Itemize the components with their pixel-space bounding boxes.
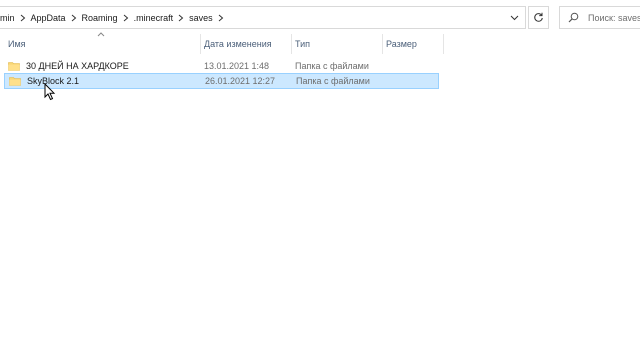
- mouse-cursor-icon: [44, 83, 56, 101]
- column-header-type[interactable]: Тип: [291, 34, 382, 54]
- breadcrumb-label: min: [0, 12, 15, 23]
- breadcrumb-minecraft[interactable]: .minecraft: [134, 7, 174, 28]
- chevron-right-icon[interactable]: [66, 7, 82, 28]
- column-headers: Имя Дата изменения Тип Размер: [0, 32, 444, 54]
- name-cell: 30 ДНЕЙ НА ХАРДКОРЕ: [8, 58, 129, 74]
- breadcrumb-label: .minecraft: [133, 12, 174, 23]
- search-box[interactable]: [559, 6, 640, 29]
- refresh-icon: [534, 12, 543, 22]
- file-name: 30 ДНЕЙ НА ХАРДКОРЕ: [26, 61, 129, 71]
- search-input[interactable]: [582, 12, 640, 23]
- column-header-size[interactable]: Размер: [382, 34, 444, 54]
- date-cell: 26.01.2021 12:27: [205, 76, 276, 86]
- column-divider[interactable]: [443, 34, 444, 54]
- refresh-button[interactable]: [528, 6, 549, 29]
- breadcrumb-label: AppData: [30, 12, 66, 23]
- column-header-label: Дата изменения: [204, 39, 272, 49]
- column-header-label: Имя: [8, 39, 26, 49]
- column-header-name[interactable]: Имя: [4, 34, 200, 54]
- breadcrumb-label: saves: [189, 12, 213, 23]
- chevron-down-icon[interactable]: [507, 7, 521, 28]
- breadcrumb-min[interactable]: min: [0, 7, 15, 28]
- column-header-label: Тип: [295, 39, 311, 49]
- folder-icon: [9, 77, 21, 86]
- type-cell: Папка с файлами: [296, 76, 370, 86]
- breadcrumb-appdata[interactable]: AppData: [31, 7, 66, 28]
- chevron-right-icon[interactable]: [173, 7, 189, 28]
- column-header-label: Размер: [386, 39, 417, 49]
- breadcrumb-label: Roaming: [81, 12, 118, 23]
- folder-icon: [8, 62, 20, 71]
- date-cell: 13.01.2021 1:48: [204, 61, 270, 71]
- type-cell: Папка с файлами: [295, 61, 369, 71]
- breadcrumb-saves[interactable]: saves: [189, 7, 213, 28]
- column-header-date[interactable]: Дата изменения: [200, 34, 291, 54]
- file-row-selected[interactable]: SkyBlock 2.1 26.01.2021 12:27 Папка с фа…: [4, 73, 439, 89]
- file-row[interactable]: 30 ДНЕЙ НА ХАРДКОРЕ 13.01.2021 1:48 Папк…: [4, 58, 439, 74]
- address-bar[interactable]: min AppData Roaming .minecraft saves: [0, 6, 526, 29]
- breadcrumb-roaming[interactable]: Roaming: [82, 7, 118, 28]
- chevron-right-icon[interactable]: [213, 7, 229, 28]
- search-icon: [568, 12, 582, 23]
- chevron-right-icon[interactable]: [118, 7, 134, 28]
- chevron-right-icon[interactable]: [15, 7, 31, 28]
